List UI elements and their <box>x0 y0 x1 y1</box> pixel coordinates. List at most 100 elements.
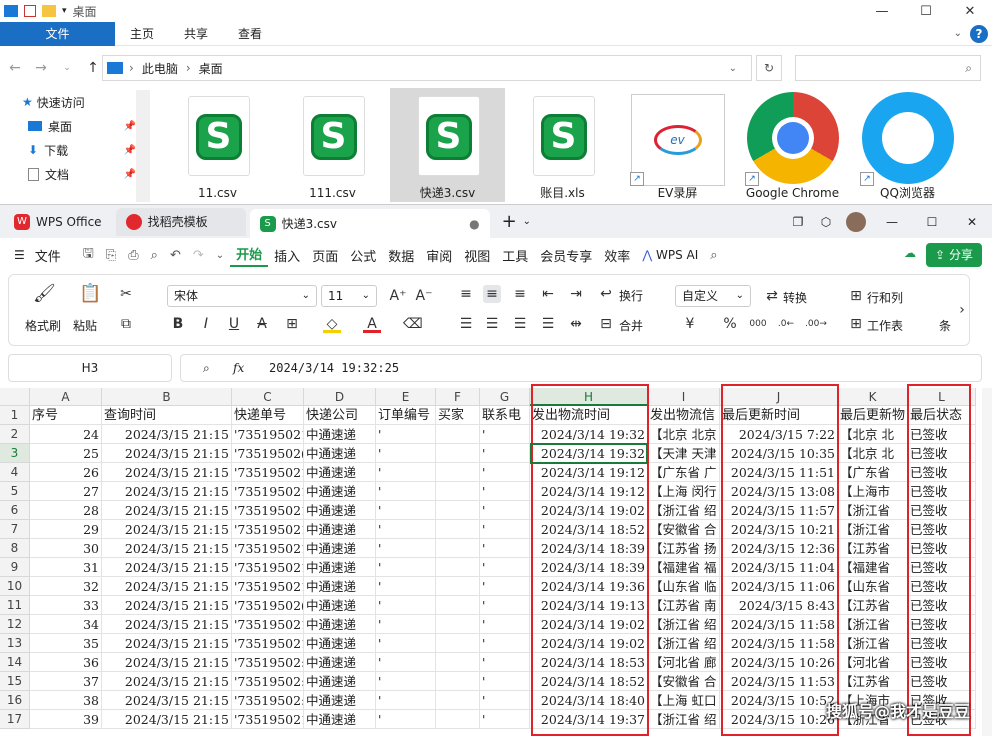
table-cell[interactable]: 26 <box>30 463 102 482</box>
column-header-e[interactable]: E <box>376 388 436 406</box>
table-cell[interactable]: 【广东省 广 <box>648 463 720 482</box>
table-cell[interactable]: ' <box>376 672 436 691</box>
address-box[interactable]: › 此电脑 › 桌面 ⌄ <box>102 55 752 81</box>
name-box[interactable]: H3 <box>8 354 172 382</box>
table-cell[interactable]: 【天津 天津 <box>648 444 720 463</box>
header-cell[interactable]: 最后更新物 <box>838 406 908 425</box>
thousands-icon[interactable]: 000 <box>749 315 767 333</box>
zoom-icon[interactable]: ⌕ <box>203 355 210 381</box>
menu-formula[interactable]: 公式 <box>344 246 382 265</box>
column-header-g[interactable]: G <box>480 388 530 406</box>
header-cell[interactable]: 序号 <box>30 406 102 425</box>
row-header[interactable]: 16 <box>0 691 30 710</box>
table-cell[interactable]: 【北京 北 <box>838 444 908 463</box>
refresh-icon[interactable]: ↻ <box>756 55 782 81</box>
table-cell[interactable]: ' <box>376 520 436 539</box>
table-cell[interactable]: ' <box>376 577 436 596</box>
table-cell[interactable]: 32 <box>30 577 102 596</box>
strikethrough-icon[interactable]: A <box>253 315 271 333</box>
row-header[interactable]: 3 <box>0 444 30 463</box>
row-header[interactable]: 2 <box>0 425 30 444</box>
increase-font-icon[interactable]: A⁺ <box>389 287 407 305</box>
row-header[interactable]: 5 <box>0 482 30 501</box>
distributed-icon[interactable]: ⇹ <box>567 315 585 333</box>
table-cell[interactable]: ' <box>480 577 530 596</box>
table-cell[interactable]: 中通速递 <box>304 501 376 520</box>
table-cell[interactable]: 【江苏省 南 <box>648 596 720 615</box>
wps-close-icon[interactable]: ✕ <box>952 215 992 229</box>
table-cell[interactable]: ' <box>480 444 530 463</box>
redo-icon[interactable]: ↷ <box>187 248 210 263</box>
nav-quick-access[interactable]: ★ 快速访问 <box>0 90 150 114</box>
align-bottom-icon[interactable]: ≡ <box>511 285 529 303</box>
table-cell[interactable] <box>436 444 480 463</box>
table-cell[interactable]: 中通速递 <box>304 634 376 653</box>
qa-dropdown-icon[interactable]: ▾ <box>62 6 67 16</box>
function-icon[interactable]: fx <box>233 355 244 381</box>
menu-file[interactable]: 文件 <box>29 246 67 265</box>
table-cell[interactable]: ' <box>376 501 436 520</box>
percent-icon[interactable]: % <box>721 315 739 333</box>
align-top-icon[interactable]: ≡ <box>457 285 475 303</box>
table-cell[interactable]: 中通速递 <box>304 653 376 672</box>
table-cell[interactable]: 【上海 虹口 <box>648 691 720 710</box>
row-header[interactable]: 14 <box>0 653 30 672</box>
row-col-label[interactable]: 行和列 <box>867 289 903 306</box>
table-cell[interactable]: '73519502: <box>232 672 304 691</box>
decrease-font-icon[interactable]: A⁻ <box>415 287 433 305</box>
table-cell[interactable]: 【山东省 临 <box>648 577 720 596</box>
table-cell[interactable]: 38 <box>30 691 102 710</box>
table-cell[interactable]: 【浙江省 <box>838 520 908 539</box>
table-cell[interactable]: 中通速递 <box>304 425 376 444</box>
table-cell[interactable]: 中通速递 <box>304 463 376 482</box>
column-header-i[interactable]: I <box>648 388 720 406</box>
table-cell[interactable]: ' <box>480 463 530 482</box>
table-cell[interactable]: 33 <box>30 596 102 615</box>
table-cell[interactable]: 【江苏省 <box>838 596 908 615</box>
close-icon[interactable]: ✕ <box>948 0 992 22</box>
table-cell[interactable]: 中通速递 <box>304 672 376 691</box>
table-cell[interactable]: ' <box>480 425 530 444</box>
select-all-corner[interactable] <box>0 388 30 406</box>
table-cell[interactable]: 【安徽省 合 <box>648 520 720 539</box>
nav-scrollbar[interactable] <box>136 90 150 202</box>
table-cell[interactable]: ' <box>480 710 530 729</box>
table-cell[interactable]: 中通速递 <box>304 558 376 577</box>
table-cell[interactable] <box>436 520 480 539</box>
menu-review[interactable]: 审阅 <box>420 246 458 265</box>
table-cell[interactable]: ' <box>376 425 436 444</box>
table-cell[interactable]: 【河北省 <box>838 653 908 672</box>
menu-member[interactable]: 会员专享 <box>534 246 598 265</box>
table-cell[interactable]: '73519502( <box>232 444 304 463</box>
table-cell[interactable]: 【山东省 <box>838 577 908 596</box>
table-cell[interactable]: 【浙江省 绍 <box>648 615 720 634</box>
new-tab-icon[interactable]: + <box>502 211 517 232</box>
preview-icon[interactable]: ⌕ <box>145 248 164 263</box>
file-item-selected[interactable]: S 快递3.csv <box>390 88 505 202</box>
header-cell[interactable]: 买家 <box>436 406 480 425</box>
file-item[interactable]: S 111.csv <box>275 88 390 202</box>
menu-view[interactable]: 视图 <box>458 246 496 265</box>
up-icon[interactable]: ↑ <box>82 60 104 76</box>
row-header[interactable]: 4 <box>0 463 30 482</box>
table-cell[interactable]: ' <box>480 672 530 691</box>
fill-color-icon[interactable]: ◇ <box>323 315 341 333</box>
table-cell[interactable]: 【北京 北京 <box>648 425 720 444</box>
row-header[interactable]: 15 <box>0 672 30 691</box>
table-cell[interactable]: '735195021 <box>232 615 304 634</box>
table-cell[interactable]: 【浙江省 <box>838 615 908 634</box>
row-header[interactable]: 6 <box>0 501 30 520</box>
ribbon-tab-home[interactable]: 主页 <box>115 22 169 46</box>
column-header-a[interactable]: A <box>30 388 102 406</box>
table-cell[interactable]: ' <box>480 558 530 577</box>
maximize-icon[interactable]: ☐ <box>904 0 948 22</box>
table-cell[interactable]: 2024/3/15 21:15 <box>102 615 232 634</box>
table-cell[interactable]: 【江苏省 <box>838 672 908 691</box>
spreadsheet-grid[interactable]: ABCDEFGHIJKL 1 序号 查询时间 快递单号 快递公司 订单编号 买家 联系电 发出物… <box>0 384 992 736</box>
number-format-select[interactable]: 自定义 ⌄ <box>675 285 751 307</box>
row-header[interactable]: 11 <box>0 596 30 615</box>
row-header[interactable]: 17 <box>0 710 30 729</box>
table-cell[interactable]: 25 <box>30 444 102 463</box>
table-cell[interactable]: '735195021 <box>232 463 304 482</box>
address-dropdown-icon[interactable]: ⌄ <box>729 63 737 74</box>
